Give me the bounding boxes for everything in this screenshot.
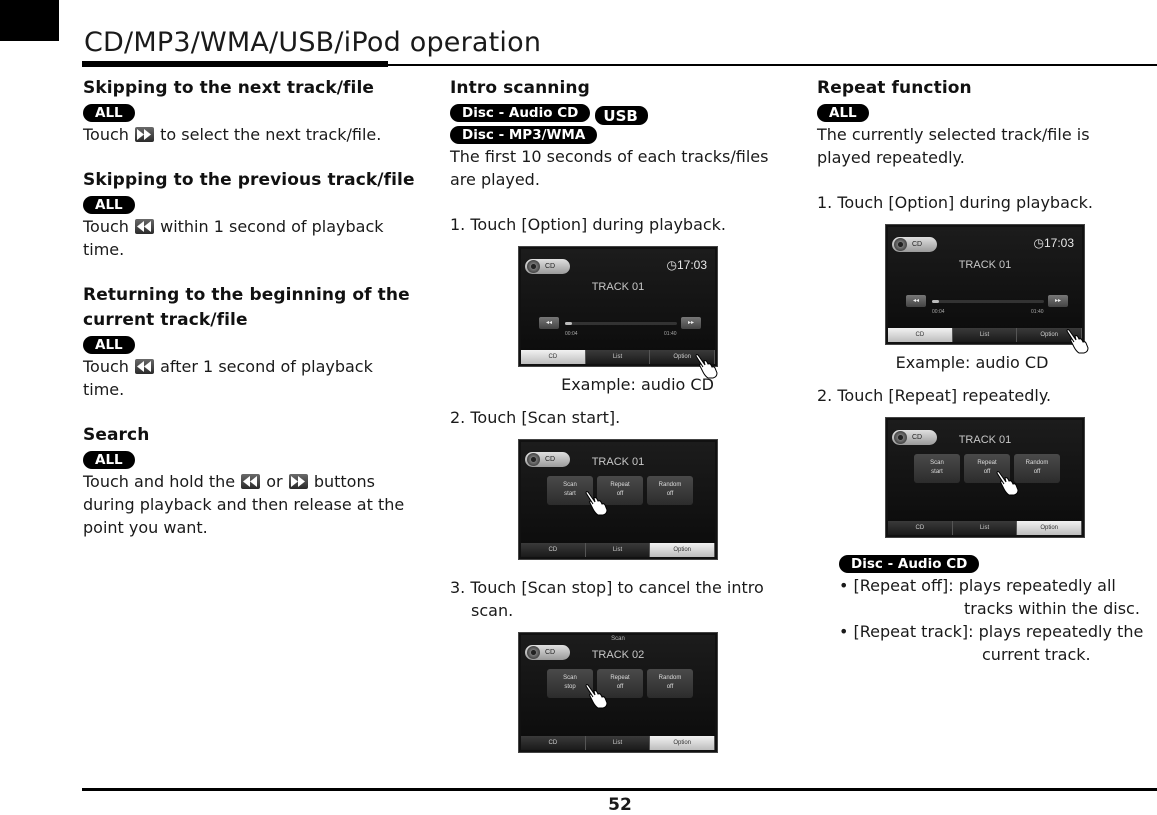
elapsed-time: 00:04 [565,331,578,337]
column-basic-controls: Skipping to the next track/file ALL Touc… [83,76,428,539]
badge-all: ALL [83,196,135,214]
total-time: 01:40 [1031,309,1044,315]
progress-bar [565,322,677,325]
elapsed-time: 00:04 [932,309,945,315]
section-heading: Search [83,425,150,445]
tab-list[interactable]: List [585,350,651,364]
tab-list[interactable]: List [585,543,651,557]
screenshot-scan-stop: Scan CD TRACK 02 Scan stop Repeat off Rand… [518,632,718,753]
tab-list[interactable]: List [952,521,1018,535]
total-time: 01:40 [664,331,677,337]
fast-forward-icon [288,474,308,489]
tab-list[interactable]: List [952,328,1018,342]
screenshot-playback: CD ◷17:03 TRACK 01 ◂◂ ▸▸ 00:04 01:40 CD … [518,246,718,367]
tab-cd[interactable]: CD [888,328,953,342]
track-title: TRACK 01 [591,456,645,468]
fast-forward-button[interactable]: ▸▸ [1048,295,1068,307]
tab-option[interactable]: Option [650,543,716,557]
badge-disc-mp3-wma: Disc - MP3/WMA [450,126,598,144]
header-rule-thin [388,64,1157,66]
badge-usb: USB [595,106,648,125]
random-off-button[interactable]: Random off [647,669,693,698]
page-title: CD/MP3/WMA/USB/iPod operation [84,27,542,58]
section-text: Touch within 1 second of playback time. [83,217,384,259]
repeat-notes: • [Repeat off]: plays repeatedly all tra… [817,574,1157,666]
caption: Example: audio CD [895,353,1049,372]
random-off-button[interactable]: Random off [647,476,693,505]
tab-list[interactable]: List [585,736,651,750]
fast-forward-button[interactable]: ▸▸ [681,317,701,329]
page-corner-tab [0,0,59,41]
step-1: 1. Touch [Option] during playback. [817,193,1094,212]
screenshot-scan-start: CD TRACK 01 Scan start Repeat off Random of… [518,439,718,560]
section-text: Touch and hold the or buttons during pla… [83,472,405,537]
clock: ◷17:03 [666,258,707,272]
section-skip-next: Skipping to the next track/file ALL Touc… [83,76,428,146]
column-repeat-function: Repeat function ALL The currently select… [817,76,1157,666]
note-repeat-off-cont: tracks within the disc. [964,599,1140,618]
rewind-icon [241,474,261,489]
caption: Example: audio CD [561,375,714,394]
track-title: TRACK 01 [591,281,645,293]
note-repeat-off: • [Repeat off]: plays repeatedly all [839,576,1116,595]
touch-hand-icon [695,353,719,379]
tab-cd[interactable]: CD [521,350,586,364]
column-intro-scanning: Intro scanning Disc - Audio CD USB Disc … [450,76,795,753]
badge-disc-audio-cd: Disc - Audio CD [839,555,980,573]
touch-hand-icon [585,490,609,516]
step-2: 2. Touch [Scan start]. [450,408,621,427]
screenshot-repeat: CD TRACK 01 Scan start Repeat off Random of… [885,417,1085,538]
progress-bar [932,300,1044,303]
rewind-button[interactable]: ◂◂ [539,317,559,329]
section-text: Touch to select the next track/file. [83,125,382,144]
source-cd-button[interactable]: CD [525,259,570,274]
note-repeat-track-cont: current track. [982,645,1091,664]
section-heading: Skipping to the previous track/file [83,170,415,190]
step-3: 3. Touch [Scan stop] to cancel the intro… [450,578,764,620]
random-off-button[interactable]: Random off [1014,454,1060,483]
tab-option[interactable]: Option [650,736,716,750]
touch-hand-icon [996,470,1020,496]
section-text: The first 10 seconds of each tracks/file… [450,147,769,189]
section-heading: Intro scanning [450,78,590,98]
badge-disc-audio-cd: Disc - Audio CD [450,104,591,122]
badge-all: ALL [83,336,135,354]
section-text: Touch after 1 second of playback time. [83,357,373,399]
tab-cd[interactable]: CD [888,521,953,535]
section-heading: Skipping to the next track/file [83,78,375,98]
rewind-icon [135,219,155,234]
section-heading: Repeat function [817,78,972,98]
header-rule-thick [82,61,388,67]
rewind-icon [135,359,155,374]
clock: ◷17:03 [1033,236,1074,250]
badge-all: ALL [83,104,135,122]
tab-cd[interactable]: CD [521,543,586,557]
screenshot-playback: CD ◷17:03 TRACK 01 ◂◂ ▸▸ 00:04 01:40 CD … [885,224,1085,345]
scan-header: Scan [611,636,625,642]
touch-hand-icon [585,683,609,709]
track-title: TRACK 01 [958,434,1012,446]
section-heading: Returning to the beginning of the current… [83,285,410,330]
rewind-button[interactable]: ◂◂ [906,295,926,307]
badge-all: ALL [817,104,869,122]
tab-cd[interactable]: CD [521,736,586,750]
step-2: 2. Touch [Repeat] repeatedly. [817,386,1052,405]
page-number: 52 [608,795,632,815]
source-cd-button[interactable]: CD [892,237,937,252]
scan-start-button[interactable]: Scan start [914,454,960,483]
note-repeat-track: • [Repeat track]: plays repeatedly the [839,622,1144,641]
section-return-beginning: Returning to the beginning of the current… [83,283,428,401]
badge-all: ALL [83,451,135,469]
section-text: The currently selected track/file is play… [817,125,1090,167]
section-skip-previous: Skipping to the previous track/file ALL … [83,168,428,261]
step-1: 1. Touch [Option] during playback. [450,215,727,234]
section-search: Search ALL Touch and hold the or buttons… [83,423,428,539]
fast-forward-icon [135,127,155,142]
tab-option[interactable]: Option [1017,521,1083,535]
track-title: TRACK 01 [958,259,1012,271]
track-title: TRACK 02 [591,649,645,661]
footer-rule [82,788,1157,791]
touch-hand-icon [1066,328,1090,354]
